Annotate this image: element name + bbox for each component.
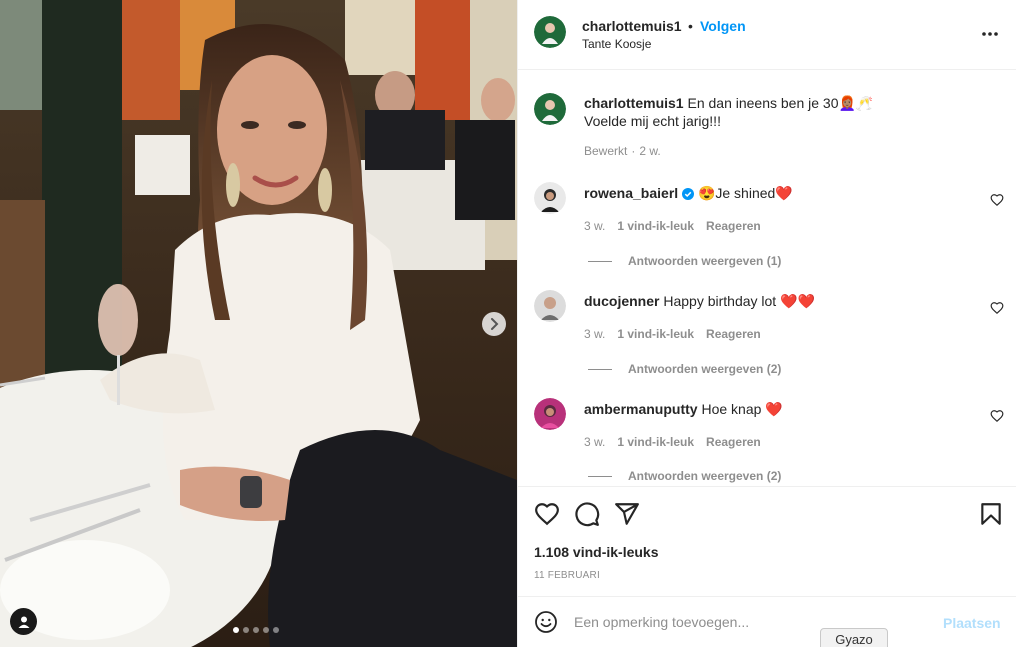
caption-text-line2: Voelde mij echt jarig!!! <box>584 113 721 129</box>
comment-like-icon[interactable] <box>990 409 1004 423</box>
author-avatar-image <box>534 16 566 48</box>
caption-avatar-image <box>534 93 566 125</box>
comment-likes[interactable]: 1 vind-ik-leuk <box>617 435 694 449</box>
user-tag-icon <box>18 616 29 628</box>
comment-username[interactable]: ambermanuputty <box>584 401 698 417</box>
comment-text: Hoe knap ❤️ <box>701 401 783 417</box>
follow-button[interactable]: Volgen <box>700 18 746 34</box>
carousel-indicator <box>233 627 279 633</box>
chevron-right-icon <box>491 318 499 330</box>
caption: charlottemuis1 En dan ineens ben je 30👩🏽… <box>584 94 873 112</box>
author-username[interactable]: charlottemuis1 <box>582 18 682 34</box>
caption-meta: Bewerkt · 2 w. <box>584 144 661 158</box>
comment-likes[interactable]: 1 vind-ik-leuk <box>617 219 694 233</box>
caption-text-line1: En dan ineens ben je 30👩🏽‍🦰🥂 <box>687 95 874 111</box>
verified-badge-icon <box>682 188 695 200</box>
post-location[interactable]: Tante Koosje <box>582 37 651 51</box>
author-avatar[interactable] <box>534 16 566 48</box>
meta-separator: · <box>631 144 636 158</box>
comment-icon[interactable] <box>574 501 600 527</box>
comment-time[interactable]: 3 w. <box>584 327 605 341</box>
carousel-next-button[interactable] <box>482 312 506 336</box>
comment-meta: 3 w. 1 vind-ik-leuk Reageren <box>584 219 761 233</box>
carousel-dot <box>253 627 259 633</box>
gyazo-tooltip: Gyazo <box>820 628 888 647</box>
comment-likes[interactable]: 1 vind-ik-leuk <box>617 327 694 341</box>
post-date[interactable]: 11 FEBRUARI <box>534 570 600 581</box>
comment-username[interactable]: ducojenner <box>584 293 659 309</box>
replies-line <box>588 368 612 370</box>
carousel-dot <box>263 627 269 633</box>
caption-username[interactable]: charlottemuis1 <box>584 95 684 111</box>
comment-like-icon[interactable] <box>990 193 1004 207</box>
comment-meta: 3 w. 1 vind-ik-leuk Reageren <box>584 435 761 449</box>
comment-meta: 3 w. 1 vind-ik-leuk Reageren <box>584 327 761 341</box>
post-side-panel: charlottemuis1 • Volgen Tante Koosje cha… <box>517 0 1016 647</box>
more-horizontal-icon[interactable] <box>980 24 1000 44</box>
reply-button[interactable]: Reageren <box>706 327 761 341</box>
comment-username[interactable]: rowena_baierl <box>584 185 678 201</box>
separator-dot: • <box>688 18 693 34</box>
heart-icon[interactable] <box>534 501 560 527</box>
comment-composer: Plaatsen <box>518 596 1016 647</box>
post-media[interactable] <box>0 0 517 647</box>
comment-text: 😍Je shined❤️ <box>697 185 793 201</box>
carousel-dot <box>233 627 239 633</box>
user-tag-button[interactable] <box>10 608 37 635</box>
likes-count[interactable]: 1.108 vind-ik-leuks <box>534 544 659 560</box>
comments-list[interactable]: charlottemuis1 En dan ineens ben je 30👩🏽… <box>518 71 1016 486</box>
post-actions: 1.108 vind-ik-leuks 11 FEBRUARI <box>518 486 1016 596</box>
carousel-dot <box>243 627 249 633</box>
edited-label: Bewerkt <box>584 144 628 158</box>
commenter-avatar-image <box>534 398 566 430</box>
caption-avatar[interactable] <box>534 93 566 125</box>
view-replies-button[interactable]: Antwoorden weergeven (1) <box>588 254 781 268</box>
post-comment-button[interactable]: Plaatsen <box>943 615 1001 631</box>
post-photo <box>0 0 517 647</box>
commenter-avatar-image <box>534 182 566 214</box>
view-replies-button[interactable]: Antwoorden weergeven (2) <box>588 362 781 376</box>
reply-button[interactable]: Reageren <box>706 219 761 233</box>
commenter-avatar[interactable] <box>534 182 566 214</box>
comment-like-icon[interactable] <box>990 301 1004 315</box>
replies-line <box>588 260 612 262</box>
reply-button[interactable]: Reageren <box>706 435 761 449</box>
comment-time[interactable]: 3 w. <box>584 219 605 233</box>
share-icon[interactable] <box>614 501 640 527</box>
comment-body: ducojenner Happy birthday lot ❤️❤️ <box>584 292 815 310</box>
comment-text: Happy birthday lot ❤️❤️ <box>663 293 815 309</box>
view-replies-label: Antwoorden weergeven (2) <box>628 469 782 483</box>
commenter-avatar[interactable] <box>534 290 566 322</box>
view-replies-button[interactable]: Antwoorden weergeven (2) <box>588 469 781 483</box>
post-header: charlottemuis1 • Volgen Tante Koosje <box>518 0 1016 70</box>
commenter-avatar-image <box>534 290 566 322</box>
comment-time[interactable]: 3 w. <box>584 435 605 449</box>
emoji-icon[interactable] <box>534 610 558 634</box>
bookmark-icon[interactable] <box>978 501 1004 527</box>
replies-line <box>588 475 612 477</box>
comment-body: rowena_baierl 😍Je shined❤️ <box>584 184 793 202</box>
edited-time: 2 w. <box>639 144 661 158</box>
view-replies-label: Antwoorden weergeven (1) <box>628 254 782 268</box>
carousel-dot <box>273 627 279 633</box>
commenter-avatar[interactable] <box>534 398 566 430</box>
view-replies-label: Antwoorden weergeven (2) <box>628 362 782 376</box>
comment-body: ambermanuputty Hoe knap ❤️ <box>584 400 783 418</box>
